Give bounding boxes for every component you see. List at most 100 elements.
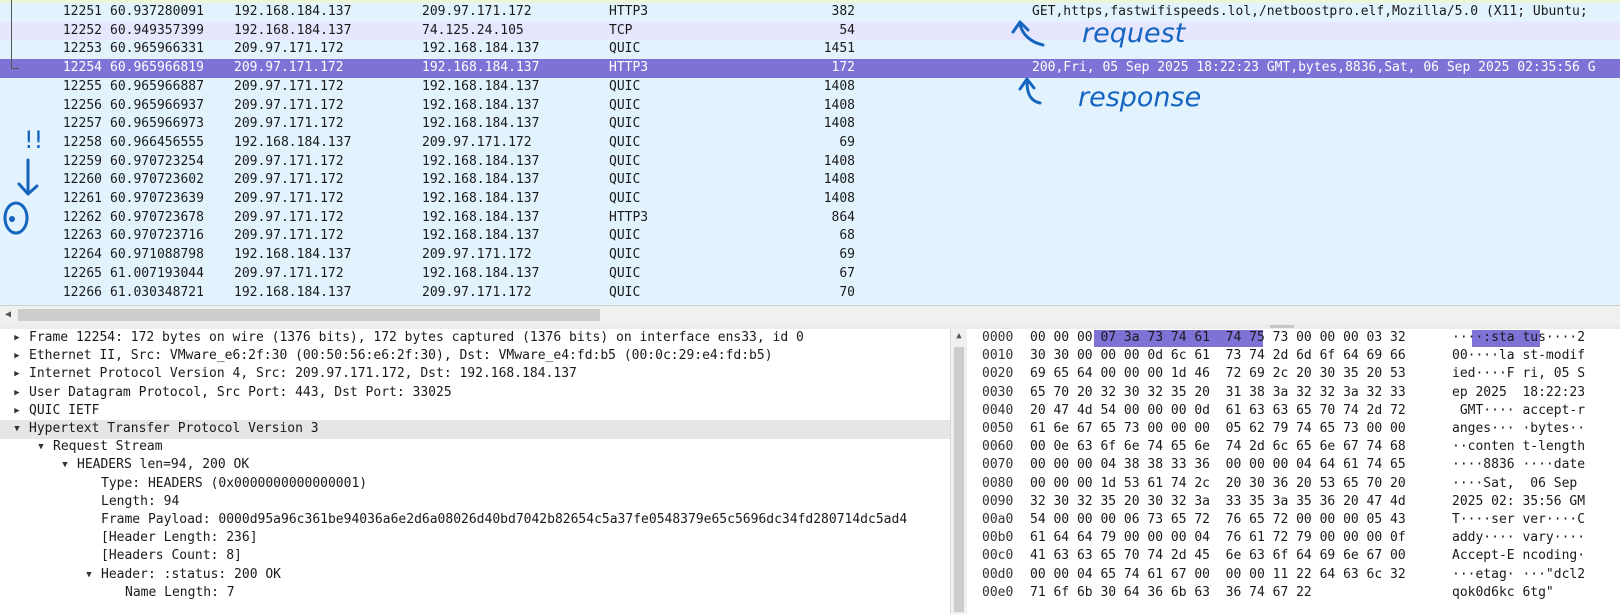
hex-row[interactable]: 0030 65 70 20 32 30 32 35 20 31 38 3a 32 …	[967, 384, 1620, 403]
details-scroll-thumb[interactable]	[954, 347, 964, 612]
hex-row[interactable]: 00d0 00 00 04 65 74 61 67 00 00 00 11 22 …	[967, 566, 1620, 585]
packet-time: 60.965966331	[110, 41, 204, 57]
hex-row[interactable]: 00e0 71 6f 6b 30 64 36 6b 63 36 74 67 22 q…	[967, 584, 1620, 603]
expand-arrow-icon[interactable]: ▼	[59, 456, 71, 475]
hex-row[interactable]: 0080 00 00 00 1d 53 61 74 2c 20 30 36 20 …	[967, 475, 1620, 494]
packet-length: 1408	[823, 78, 855, 94]
packet-length: 382	[831, 4, 855, 19]
packet-protocol: TCP	[609, 22, 633, 38]
collapse-arrow-icon[interactable]: ▶	[11, 384, 23, 403]
packet-row[interactable]: 12258 60.966456555 192.168.184.137 209.97.1…	[0, 134, 1620, 153]
tree-node[interactable]: ▶ User Datagram Protocol, Src Port: 443, …	[0, 384, 950, 403]
packet-row[interactable]: 12266 61.030348721 192.168.184.137 209.97.1…	[0, 284, 1620, 303]
tree-node[interactable]: ▼ Hypertext Transfer Protocol Version 3	[0, 420, 950, 439]
packet-length: 1408	[823, 116, 855, 132]
expand-arrow-icon[interactable]: ▼	[11, 420, 23, 439]
packet-row[interactable]: 12260 60.970723602 209.97.171.172 192.168.1…	[0, 171, 1620, 190]
packet-row[interactable]: 12261 60.970723639 209.97.171.172 192.168.1…	[0, 190, 1620, 209]
hscroll-thumb[interactable]	[18, 309, 600, 321]
packet-row[interactable]: 12256 60.965966937 209.97.171.172 192.168.1…	[0, 97, 1620, 116]
hex-row[interactable]: 0060 00 0e 63 6f 6e 74 65 6e 74 2d 6c 65 …	[967, 438, 1620, 457]
packet-row[interactable]: 12263 60.970723716 209.97.171.172 192.168.1…	[0, 227, 1620, 246]
hex-offset: 00d0	[982, 566, 1014, 582]
packet-destination: 192.168.184.137	[422, 97, 540, 113]
hex-offset: 00b0	[982, 530, 1014, 546]
packet-number: 12264	[62, 247, 102, 263]
packet-list-hscrollbar[interactable]: ◀	[0, 305, 1620, 325]
tree-node[interactable]: ▼ HEADERS len=94, 200 OK	[0, 456, 950, 475]
hex-row[interactable]: 00c0 41 63 63 65 70 74 2d 45 6e 63 6f 64 …	[967, 547, 1620, 566]
packet-row[interactable]: 12264 60.971088798 192.168.184.137 209.97.1…	[0, 246, 1620, 265]
packet-list[interactable]: 12251 60.937280091 192.168.184.137 209.97.1…	[0, 0, 1620, 305]
hex-row[interactable]: 00b0 61 64 64 79 00 00 00 04 76 61 72 79 …	[967, 529, 1620, 548]
hex-bytes: 20 47 4d 54 00 00 00 0d 61 63 63 65 70 7…	[1030, 402, 1406, 418]
packet-row[interactable]: 12252 60.949357399 192.168.184.137 74.125.2…	[0, 21, 1620, 41]
scroll-left-icon[interactable]: ◀	[0, 306, 16, 324]
packet-destination: 192.168.184.137	[422, 78, 540, 94]
packet-length: 69	[839, 247, 855, 263]
packet-destination: 192.168.184.137	[422, 228, 540, 244]
hex-ascii: ····:sta tus····2	[1452, 330, 1586, 345]
hex-offset: 0070	[982, 457, 1014, 473]
expand-arrow-icon[interactable]: ▼	[35, 438, 47, 457]
packet-protocol: HTTP3	[609, 4, 649, 19]
tree-node[interactable]: Length: 94	[0, 493, 950, 512]
collapse-arrow-icon[interactable]: ▶	[11, 347, 23, 366]
hex-row[interactable]: 0050 61 6e 67 65 73 00 00 00 05 62 79 74 …	[967, 420, 1620, 439]
packet-row[interactable]: 12253 60.965966331 209.97.171.172 192.168.1…	[0, 40, 1620, 59]
packet-bytes-pane[interactable]: 0000 00 00 00 07 3a 73 74 61 74 75 73 00 …	[967, 329, 1620, 614]
tree-node[interactable]: ▶ Internet Protocol Version 4, Src: 209.9…	[0, 365, 950, 384]
hex-row[interactable]: 0090 32 30 32 35 20 30 32 3a 33 35 3a 35 …	[967, 493, 1620, 512]
packet-row[interactable]: 12262 60.970723678 209.97.171.172 192.168.1…	[0, 208, 1620, 228]
packet-source: 209.97.171.172	[234, 116, 344, 132]
hex-offset: 0050	[982, 421, 1014, 436]
splitter-grip[interactable]	[1270, 325, 1294, 328]
hex-row[interactable]: 0070 00 00 00 04 38 38 33 36 00 00 00 04 …	[967, 456, 1620, 475]
tree-node[interactable]: ▶ Ethernet II, Src: VMware_e6:2f:30 (00:5…	[0, 347, 950, 366]
tree-node[interactable]: ▶ Frame 12254: 172 bytes on wire (1376 bi…	[0, 329, 950, 348]
packet-row[interactable]: 12259 60.970723254 209.97.171.172 192.168.1…	[0, 153, 1620, 172]
packet-row[interactable]: 12265 61.007193044 209.97.171.172 192.168.1…	[0, 265, 1620, 284]
packet-source: 209.97.171.172	[234, 191, 344, 206]
hex-row[interactable]: 0040 20 47 4d 54 00 00 00 0d 61 63 63 65 …	[967, 402, 1620, 421]
details-vscrollbar[interactable]: ▲	[950, 329, 967, 614]
tree-node[interactable]: [Headers Count: 8]	[0, 547, 950, 566]
hex-ascii: ied····F ri, 05 S	[1452, 366, 1586, 382]
hex-row[interactable]: 0020 69 65 64 00 00 00 1d 46 72 69 2c 20 …	[967, 365, 1620, 384]
hex-bytes: 69 65 64 00 00 00 1d 46 72 69 2c 20 30 3…	[1030, 366, 1406, 382]
hex-row[interactable]: 0000 00 00 00 07 3a 73 74 61 74 75 73 00 …	[967, 329, 1620, 348]
hex-row[interactable]: 00a0 54 00 00 00 06 73 65 72 76 65 72 00 …	[967, 511, 1620, 530]
tree-node-label: User Datagram Protocol, Src Port: 443, D…	[29, 384, 452, 400]
packet-protocol: QUIC	[609, 172, 641, 188]
packet-length: 1408	[823, 153, 855, 169]
tree-node[interactable]: ▼ Request Stream	[0, 438, 950, 457]
packet-source: 192.168.184.137	[234, 4, 352, 19]
tree-node[interactable]: Type: HEADERS (0x0000000000000001)	[0, 475, 950, 494]
collapse-arrow-icon[interactable]: ▶	[11, 365, 23, 384]
packet-length: 172	[831, 60, 855, 76]
collapse-arrow-icon[interactable]: ▶	[11, 402, 23, 421]
packet-row[interactable]: 12257 60.965966973 209.97.171.172 192.168.1…	[0, 115, 1620, 134]
tree-node[interactable]: Name Length: 7	[0, 584, 950, 603]
packet-row[interactable]: 12251 60.937280091 192.168.184.137 209.97.1…	[0, 3, 1620, 22]
collapse-arrow-icon[interactable]: ▶	[11, 329, 23, 348]
hex-row[interactable]: 0010 30 30 00 00 00 0d 6c 61 73 74 2d 6d …	[967, 347, 1620, 366]
packet-length: 54	[839, 22, 855, 38]
tree-node[interactable]: ▼ Header: :status: 200 OK	[0, 566, 950, 585]
expand-arrow-icon[interactable]: ▼	[83, 566, 95, 585]
hex-offset: 00c0	[982, 548, 1014, 564]
tree-node-label: Length: 94	[101, 493, 180, 509]
tree-node[interactable]: ▶ QUIC IETF	[0, 402, 950, 421]
hex-ascii: ep 2025 18:22:23	[1452, 384, 1586, 400]
packet-row[interactable]: 12255 60.965966887 209.97.171.172 192.168.1…	[0, 78, 1620, 97]
packet-protocol: HTTP3	[609, 209, 649, 225]
tree-node[interactable]: Frame Payload: 0000d95a96c361be94036a6e2…	[0, 511, 950, 530]
packet-row-selected[interactable]: 12254 60.965966819 209.97.171.172 192.168.1…	[0, 59, 1620, 78]
scroll-up-icon[interactable]: ▲	[951, 331, 967, 341]
packet-time: 61.030348721	[110, 284, 204, 300]
hex-offset: 0000	[982, 330, 1014, 345]
hex-ascii: Accept-E ncoding·	[1452, 548, 1586, 564]
packet-details-tree[interactable]: ▶ Frame 12254: 172 bytes on wire (1376 bi…	[0, 329, 950, 614]
packet-length: 1451	[823, 41, 855, 57]
tree-node[interactable]: [Header Length: 236]	[0, 529, 950, 548]
